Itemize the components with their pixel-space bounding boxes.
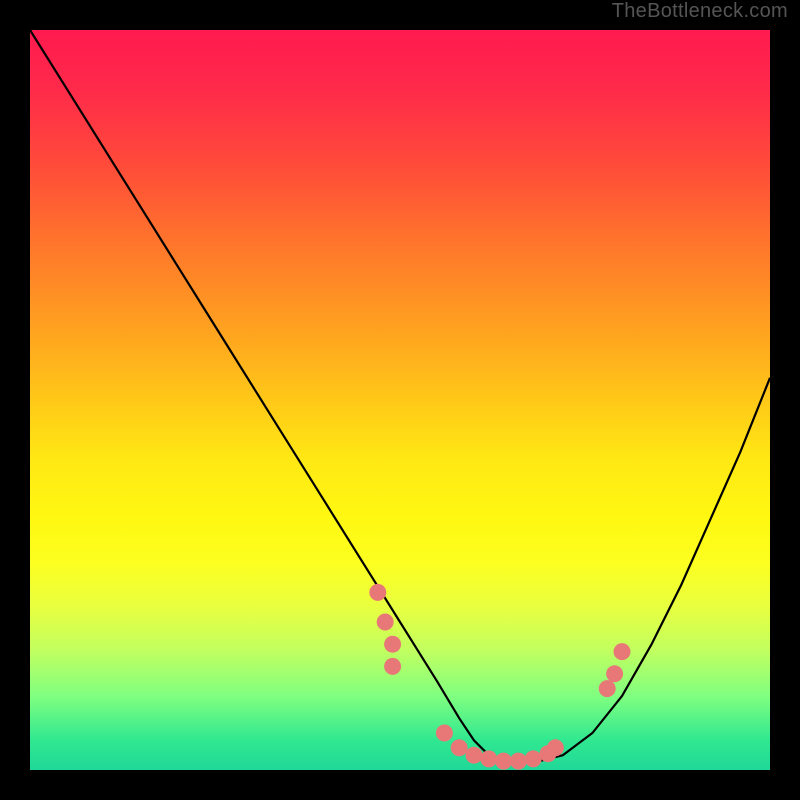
marker-point [480,750,497,767]
chart-frame: TheBottleneck.com [0,0,800,800]
plot-area [30,30,770,770]
marker-point [547,739,564,756]
marker-point [495,753,512,770]
bottleneck-curve [30,30,770,763]
marker-point [614,643,631,660]
marker-point [369,584,386,601]
chart-svg [30,30,770,770]
marker-point [451,739,468,756]
marker-point [599,680,616,697]
highlight-points [369,584,630,770]
marker-point [525,750,542,767]
watermark-text: TheBottleneck.com [612,0,788,23]
marker-point [436,725,453,742]
marker-point [466,747,483,764]
marker-point [377,614,394,631]
marker-point [606,665,623,682]
marker-point [384,636,401,653]
marker-point [510,753,527,770]
marker-point [384,658,401,675]
